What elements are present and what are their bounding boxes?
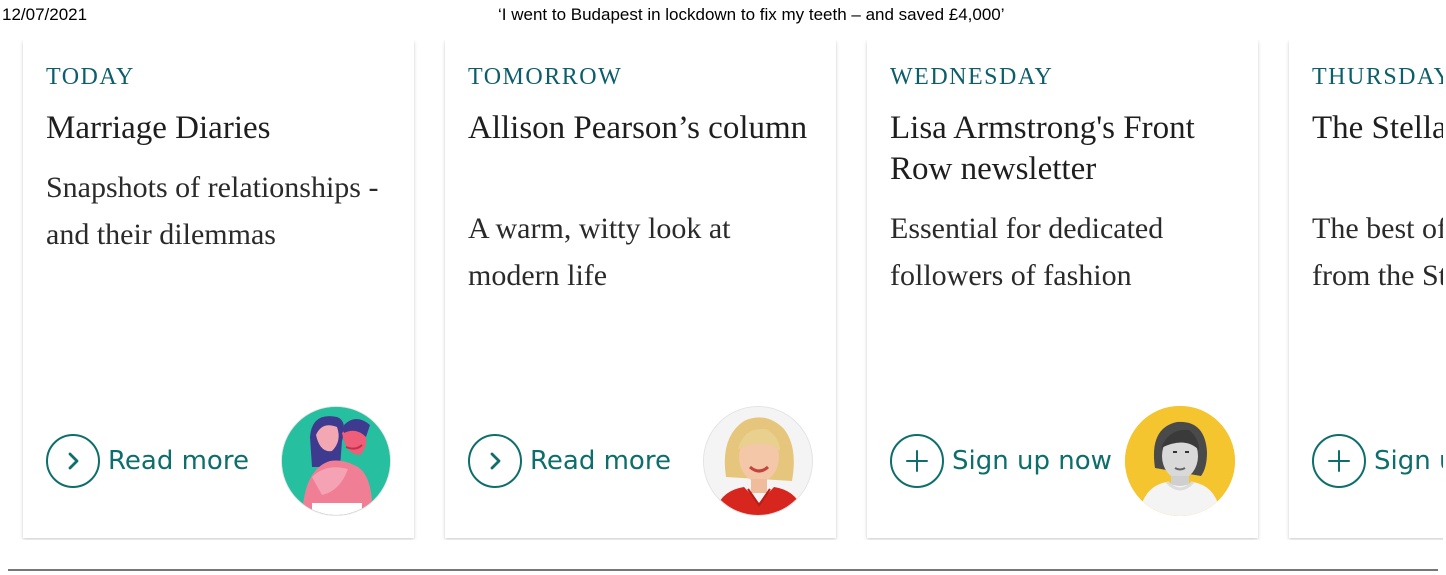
card-description: A warm, witty look at modern life — [468, 212, 731, 292]
sign-up-label[interactable]: Sign up now — [1374, 446, 1443, 476]
card-description: The best of beauty, travel from the Stel… — [1312, 212, 1443, 292]
print-header: 12/07/2021 ‘I went to Budapest in lockdo… — [0, 0, 1446, 30]
chevron-right-icon[interactable] — [468, 434, 522, 488]
sign-up-label[interactable]: Sign up now — [952, 446, 1112, 476]
card-title[interactable]: The Stella newsletter — [1312, 108, 1443, 149]
read-more-button[interactable]: Read more — [468, 434, 671, 488]
card-day-label: TOMORROW — [468, 64, 623, 90]
card-day-label: THURSDAY — [1312, 64, 1443, 90]
newsletter-card-marriage-diaries: TODAY Marriage Diaries Snapshots of rela… — [23, 40, 414, 538]
lisa-armstrong-avatar — [1125, 406, 1235, 516]
card-title[interactable]: Allison Pearson’s column — [468, 108, 818, 149]
couple-illustration-avatar — [281, 406, 391, 516]
allison-pearson-avatar — [703, 406, 813, 516]
newsletter-card-allison-pearson: TOMORROW Allison Pearson’s column A warm… — [445, 40, 836, 538]
read-more-label[interactable]: Read more — [108, 446, 249, 476]
card-title[interactable]: Marriage Diaries — [46, 108, 396, 149]
card-description: Essential for dedicated followers of fas… — [890, 212, 1164, 292]
card-day-label: WEDNESDAY — [890, 64, 1054, 90]
read-more-label[interactable]: Read more — [530, 446, 671, 476]
newsletter-carousel: TODAY Marriage Diaries Snapshots of rela… — [0, 40, 1443, 540]
plus-icon[interactable] — [1312, 434, 1366, 488]
card-title[interactable]: Lisa Armstrong's Front Row newsletter — [890, 108, 1240, 190]
newsletter-card-stella: THURSDAY The Stella newsletter The best … — [1289, 40, 1443, 538]
sign-up-button[interactable]: Sign up now — [890, 434, 1112, 488]
print-date: 12/07/2021 — [2, 5, 88, 24]
plus-icon[interactable] — [890, 434, 944, 488]
sign-up-button[interactable]: Sign up now — [1312, 434, 1443, 488]
card-day-label: TODAY — [46, 64, 135, 90]
print-page-title: ‘I went to Budapest in lockdown to fix m… — [498, 5, 1005, 24]
divider — [8, 569, 1438, 571]
newsletter-card-front-row: WEDNESDAY Lisa Armstrong's Front Row new… — [867, 40, 1258, 538]
chevron-right-icon[interactable] — [46, 434, 100, 488]
read-more-button[interactable]: Read more — [46, 434, 249, 488]
card-description: Snapshots of relationships - and their d… — [46, 171, 379, 251]
article-body-cutoff — [0, 553, 1446, 575]
